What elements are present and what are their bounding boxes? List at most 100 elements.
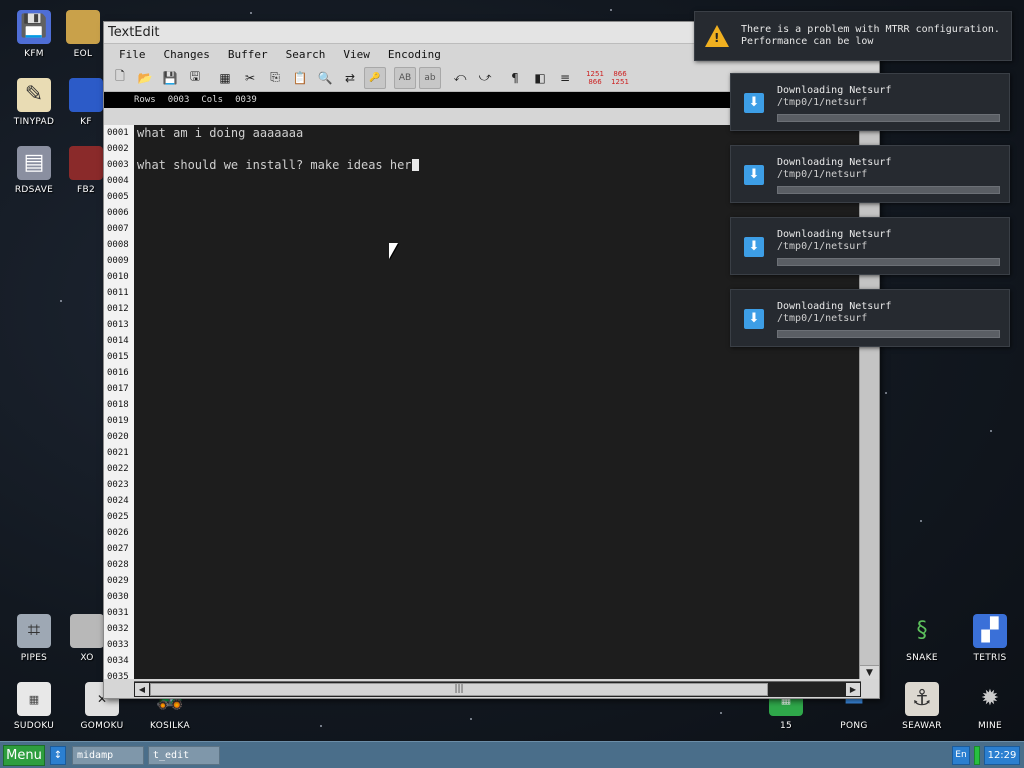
download-progress-bar [777, 186, 1000, 194]
select-all-icon[interactable]: ▦ [214, 67, 236, 89]
copy-icon[interactable]: ⎘ [264, 67, 286, 89]
paste-icon[interactable]: 📋 [289, 67, 311, 89]
desktop-icon-label: SUDOKU [13, 721, 55, 731]
desktop-icon-xo[interactable]: XO [70, 614, 104, 663]
line-number: 0032 [107, 624, 129, 634]
menu-search[interactable]: Search [277, 48, 335, 61]
start-menu-button[interactable]: Menu [3, 745, 45, 766]
desktop-icon-fb2[interactable]: FB2 [66, 146, 106, 195]
save-icon[interactable]: 💾 [159, 67, 181, 89]
desktop-icon-tetris[interactable]: ▞ TETRIS [956, 614, 1024, 663]
text-line-1[interactable]: what am i doing aaaaaaa [137, 125, 303, 141]
desktop-icon-label: SEAWAR [902, 721, 942, 731]
window-title: TextEdit [108, 25, 160, 40]
line-number: 0001 [107, 128, 129, 138]
keyboard-layout-indicator[interactable]: En [952, 746, 970, 765]
line-number: 0026 [107, 528, 129, 538]
line-number: 0033 [107, 640, 129, 650]
text-caret [411, 159, 419, 171]
save-icon: ▤ [17, 146, 51, 180]
line-number: 0023 [107, 480, 129, 490]
download-title: Downloading Netsurf [777, 229, 892, 240]
menu-encoding[interactable]: Encoding [379, 48, 450, 61]
desktop-icon-pipes[interactable]: ⌗ PIPES [0, 614, 68, 663]
desktop-icon-seawar[interactable]: ⚓ SEAWAR [888, 682, 956, 731]
new-file-icon[interactable]: 🗋 [109, 67, 131, 89]
desktop-icon-label: EOL [73, 49, 93, 59]
desktop-icon-sudoku[interactable]: ▦ SUDOKU [0, 682, 68, 731]
scroll-right-icon[interactable]: ▶ [846, 683, 860, 696]
tetris-icon: ▞ [973, 614, 1007, 648]
desktop-icon-tinypad[interactable]: ✎ TINYPAD [0, 78, 68, 127]
text-area[interactable]: what am i doing aaaaaaa what should we i… [136, 125, 861, 679]
encoding-1251-866-button[interactable]: 1251 866 [584, 67, 606, 89]
key-icon[interactable]: 🔑 [364, 66, 386, 89]
scroll-down-icon[interactable]: ▼ [860, 665, 879, 679]
horizontal-scrollbar[interactable]: ◀ ||| ▶ [134, 681, 861, 697]
task-button-t-edit[interactable]: t_edit [148, 746, 220, 765]
uppercase-button[interactable]: AB [394, 66, 416, 89]
snake-icon: § [916, 618, 928, 643]
text-line-3[interactable]: what should we install? make ideas her [137, 157, 419, 173]
menu-file[interactable]: File [110, 48, 155, 61]
color-scheme-icon[interactable]: ◧ [529, 67, 551, 89]
status-indicator [974, 746, 980, 765]
download-arrow-icon: ⬇ [744, 165, 764, 185]
menu-changes[interactable]: Changes [155, 48, 219, 61]
download-notification[interactable]: ⬇ Downloading Netsurf /tmp0/1/netsurf [730, 73, 1010, 131]
desktop-icon-snake[interactable]: § SNAKE [888, 614, 956, 664]
horizontal-scroll-thumb[interactable]: ||| [150, 683, 768, 696]
download-notification[interactable]: ⬇ Downloading Netsurf /tmp0/1/netsurf [730, 289, 1010, 347]
menu-view[interactable]: View [334, 48, 379, 61]
download-progress-bar [777, 330, 1000, 338]
desktop-icon-kf[interactable]: KF [68, 78, 104, 127]
download-title: Downloading Netsurf [777, 301, 892, 312]
undo-icon[interactable]: ⤺ [449, 67, 471, 89]
rows-label: Rows [134, 95, 156, 105]
download-path: /tmp0/1/netsurf [777, 313, 868, 324]
cols-label: Cols [201, 95, 224, 105]
download-notification[interactable]: ⬇ Downloading Netsurf /tmp0/1/netsurf [730, 145, 1010, 203]
line-number: 0005 [107, 192, 129, 202]
scroll-left-icon[interactable]: ◀ [135, 683, 149, 696]
download-title: Downloading Netsurf [777, 85, 892, 96]
open-folder-icon[interactable]: 📂 [134, 67, 156, 89]
warning-message-line-1: There is a problem with MTRR configurati… [741, 24, 1000, 35]
lowercase-button[interactable]: ab [419, 66, 441, 89]
download-notification[interactable]: ⬇ Downloading Netsurf /tmp0/1/netsurf [730, 217, 1010, 275]
vertical-scrollbar[interactable]: ▼ [859, 125, 879, 679]
cut-icon[interactable]: ✂ [239, 67, 261, 89]
line-number: 0013 [107, 320, 129, 330]
warning-exclamation: ! [714, 31, 720, 45]
swap-arrows-icon[interactable]: ↕ [50, 746, 66, 765]
line-number-gutter: 0001 0002 0003 0004 0005 0006 0007 0008 0009 0010… [104, 125, 134, 679]
desktop-icon-label: KF [80, 117, 92, 127]
floppy-disk-icon: 💾 [17, 10, 51, 44]
text-editor[interactable]: 0001 0002 0003 0004 0005 0006 0007 0008 0009 0010… [104, 125, 861, 679]
warning-message-line-2: Performance can be low [741, 36, 874, 47]
download-path: /tmp0/1/netsurf [777, 241, 868, 252]
encoding-from-label: 1251 [586, 69, 604, 78]
desktop-icon-label: MINE [977, 721, 1003, 731]
desktop-icon-rdsave[interactable]: ▤ RDSAVE [0, 146, 68, 195]
menu-buffer[interactable]: Buffer [219, 48, 277, 61]
line-number: 0004 [107, 176, 129, 186]
redo-icon[interactable]: ⤻ [474, 67, 496, 89]
pilcrow-button[interactable]: ¶ [504, 67, 526, 89]
encoding-866-1251-button[interactable]: 866 1251 [609, 67, 631, 89]
line-number: 0002 [107, 144, 129, 154]
game-icon [70, 614, 104, 648]
desktop-icon-mine[interactable]: ✹ MINE [956, 682, 1024, 732]
clock[interactable]: 12:29 [984, 746, 1020, 765]
rows-value: 0003 [167, 95, 190, 105]
task-button-midamp[interactable]: midamp [72, 746, 144, 765]
line-number: 0030 [107, 592, 129, 602]
desktop-icon-eol[interactable]: EOL [58, 10, 108, 59]
replace-icon[interactable]: ⇄ [339, 67, 361, 89]
save-as-icon[interactable]: 🖫 [184, 67, 206, 89]
line-number: 0010 [107, 272, 129, 282]
syntax-color-icon[interactable]: ≡ [554, 67, 576, 89]
mtrr-warning-notification[interactable]: ! There is a problem with MTRR configura… [694, 11, 1012, 61]
line-number: 0020 [107, 432, 129, 442]
find-icon[interactable]: 🔍 [314, 67, 336, 89]
